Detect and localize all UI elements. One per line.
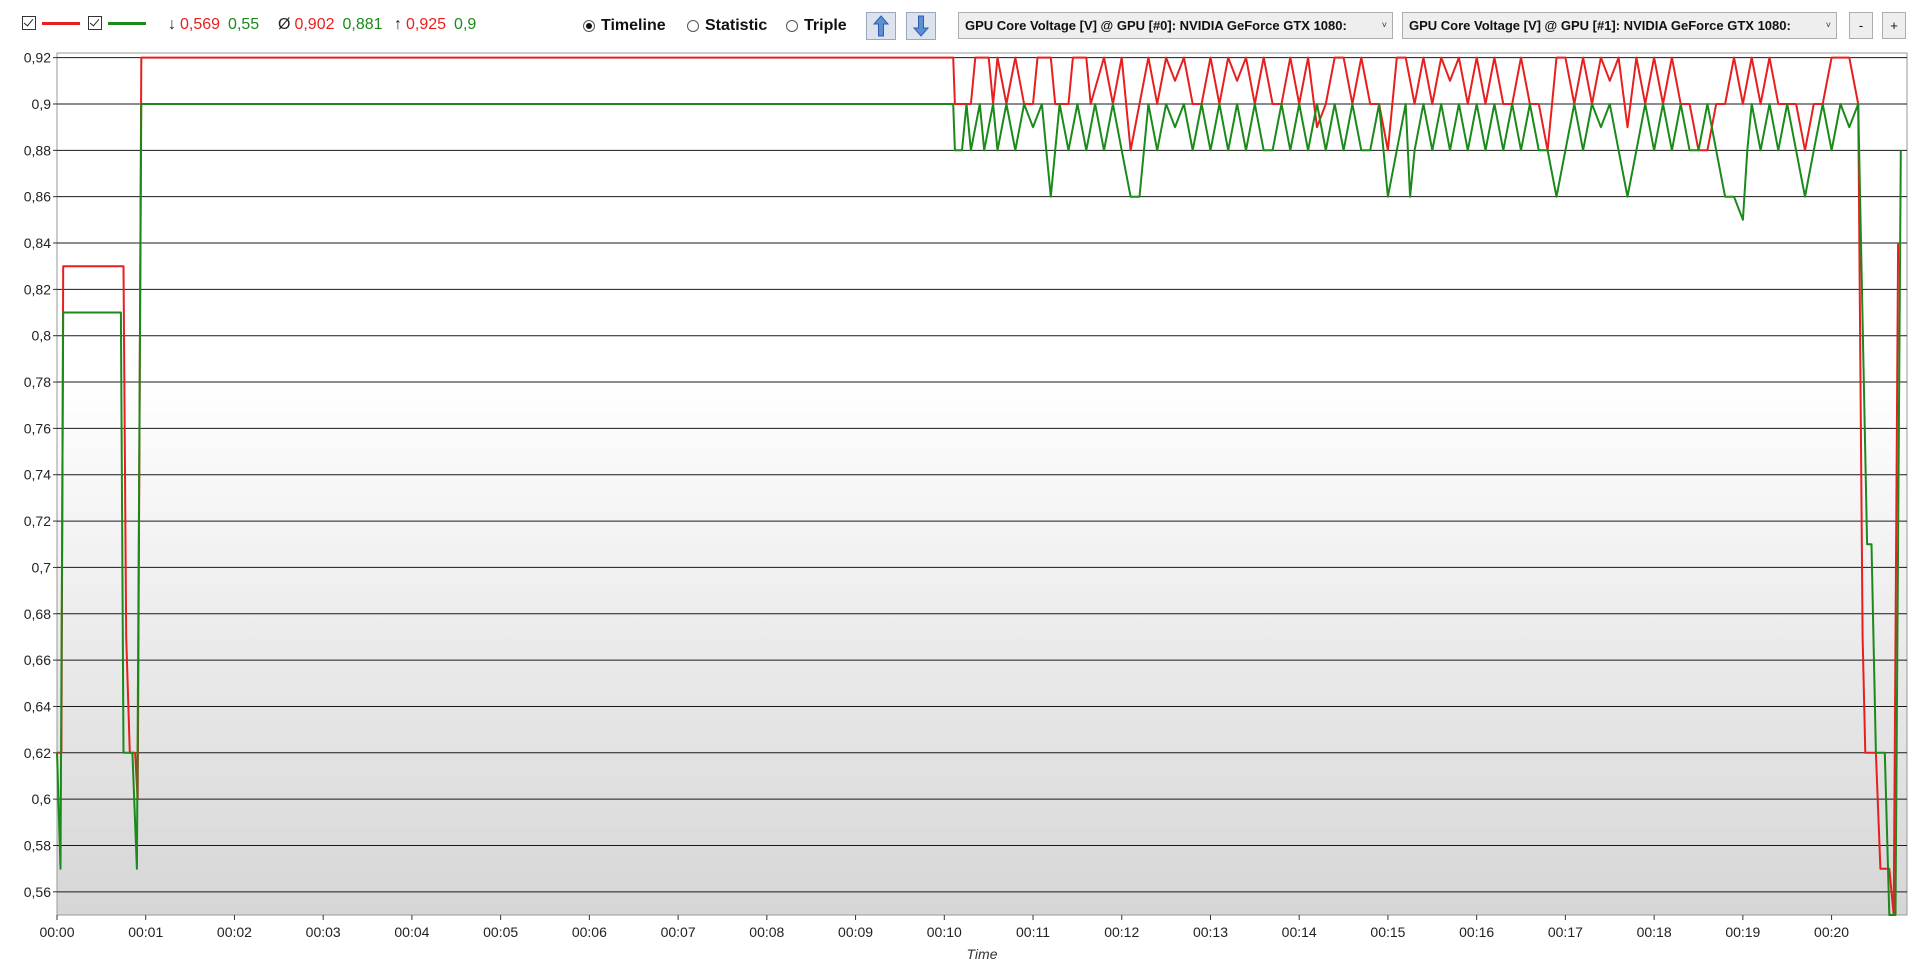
- x-tick-label: 00:06: [572, 924, 607, 940]
- x-tick-label: 00:15: [1370, 924, 1405, 940]
- x-axis: 00:00 00:01 00:02 00:03 00:04 00:05 00:06 00:07…: [39, 915, 1849, 940]
- y-tick-label: 0,88: [24, 142, 51, 158]
- x-tick-label: 00:05: [483, 924, 518, 940]
- y-tick-label: 0,6: [32, 791, 52, 807]
- y-tick-label: 0,66: [24, 652, 51, 668]
- x-tick-label: 00:18: [1637, 924, 1672, 940]
- y-tick-label: 0,7: [32, 559, 52, 575]
- x-tick-label: 00:14: [1282, 924, 1317, 940]
- y-tick-label: 0,56: [24, 884, 51, 900]
- y-axis: 0,56 0,58 0,6 0,62 0,64 0,66 0,68 0,7 0,72 0,74 0,…: [24, 50, 57, 900]
- y-tick-label: 0,9: [32, 96, 52, 112]
- x-tick-label: 00:17: [1548, 924, 1583, 940]
- y-tick-label: 0,82: [24, 281, 51, 297]
- y-tick-label: 0,78: [24, 374, 51, 390]
- x-tick-label: 00:02: [217, 924, 252, 940]
- y-tick-label: 0,58: [24, 837, 51, 853]
- x-tick-label: 00:01: [128, 924, 163, 940]
- x-tick-label: 00:00: [39, 924, 74, 940]
- x-tick-label: 00:07: [661, 924, 696, 940]
- y-tick-label: 0,76: [24, 420, 51, 436]
- y-tick-label: 0,74: [24, 467, 51, 483]
- y-tick-label: 0,62: [24, 745, 51, 761]
- x-tick-label: 00:03: [306, 924, 341, 940]
- x-tick-label: 00:12: [1104, 924, 1139, 940]
- x-tick-label: 00:19: [1725, 924, 1760, 940]
- y-tick-label: 0,86: [24, 189, 51, 205]
- x-tick-label: 00:08: [749, 924, 784, 940]
- x-tick-label: 00:16: [1459, 924, 1494, 940]
- y-tick-label: 0,92: [24, 50, 51, 66]
- y-tick-label: 0,68: [24, 606, 51, 622]
- x-tick-label: 00:11: [1016, 924, 1050, 940]
- y-tick-label: 0,84: [24, 235, 51, 251]
- y-tick-label: 0,72: [24, 513, 51, 529]
- y-tick-label: 0,64: [24, 698, 51, 714]
- x-tick-label: 00:04: [394, 924, 429, 940]
- x-tick-label: 00:09: [838, 924, 873, 940]
- x-axis-label: Time: [967, 946, 998, 962]
- y-tick-label: 0,8: [32, 328, 52, 344]
- x-tick-label: 00:10: [927, 924, 962, 940]
- x-tick-label: 00:13: [1193, 924, 1228, 940]
- voltage-timeline-chart: 0,56 0,58 0,6 0,62 0,64 0,66 0,68 0,7 0,72 0,74 0,…: [24, 50, 1908, 962]
- x-tick-label: 00:20: [1814, 924, 1849, 940]
